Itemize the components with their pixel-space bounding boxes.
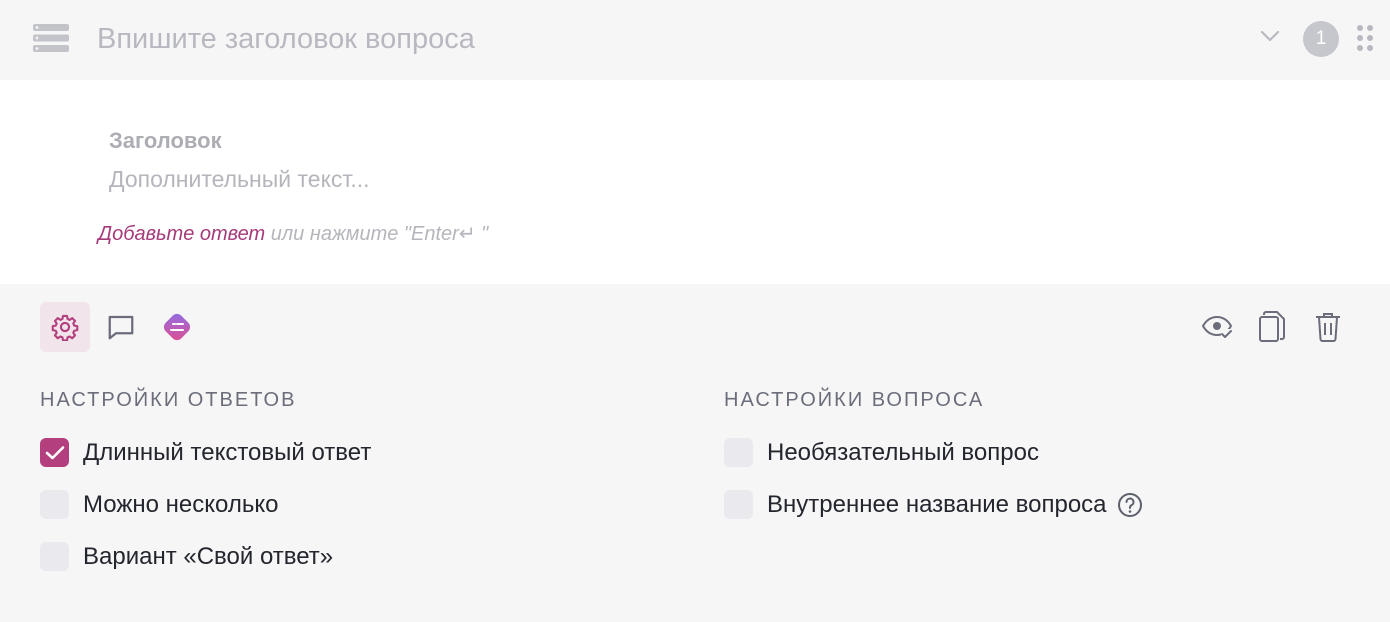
option-long-text[interactable]: Длинный текстовый ответ bbox=[40, 438, 371, 467]
checkbox[interactable] bbox=[40, 542, 69, 571]
option-label: Длинный текстовый ответ bbox=[83, 438, 372, 466]
question-number-badge: 1 bbox=[1303, 21, 1339, 57]
help-icon[interactable] bbox=[1117, 492, 1143, 518]
option-internal-name[interactable]: Внутреннее название вопроса bbox=[724, 490, 1143, 519]
add-answer-link[interactable]: Добавьте ответ bbox=[98, 223, 265, 245]
add-answer-hint: или нажмите "Enter↵ " bbox=[270, 223, 489, 245]
chevron-down-icon[interactable] bbox=[1260, 29, 1280, 43]
trash-icon bbox=[1316, 313, 1340, 342]
question-body: Заголовок Дополнительный текст... Добавь… bbox=[0, 80, 1390, 284]
comment-icon bbox=[108, 315, 134, 340]
list-icon bbox=[33, 24, 69, 52]
delete-button[interactable] bbox=[1303, 302, 1353, 352]
option-optional-question[interactable]: Необязательный вопрос bbox=[724, 438, 1039, 467]
preview-button[interactable] bbox=[1192, 302, 1242, 352]
checkbox[interactable] bbox=[40, 490, 69, 519]
question-heading-input[interactable]: Заголовок bbox=[109, 128, 222, 154]
option-label: Вариант «Свой ответ» bbox=[83, 542, 334, 570]
logic-button[interactable] bbox=[152, 302, 202, 352]
add-answer-row: Добавьте ответ или нажмите "Enter↵ " bbox=[98, 221, 488, 246]
answer-settings-title: НАСТРОЙКИ ОТВЕТОВ bbox=[40, 389, 297, 411]
checkbox[interactable] bbox=[724, 438, 753, 467]
option-label: Необязательный вопрос bbox=[767, 438, 1039, 466]
drag-handle-icon[interactable] bbox=[1356, 24, 1374, 52]
option-label: Можно несколько bbox=[83, 490, 279, 518]
copy-icon bbox=[1259, 311, 1285, 342]
question-toolbar bbox=[0, 284, 1390, 364]
comment-button[interactable] bbox=[96, 302, 146, 352]
copy-button[interactable] bbox=[1247, 302, 1297, 352]
logic-icon bbox=[163, 313, 191, 341]
gear-icon bbox=[51, 314, 79, 341]
check-icon bbox=[45, 445, 64, 459]
option-label: Внутреннее название вопроса bbox=[767, 490, 1107, 518]
question-settings-title: НАСТРОЙКИ ВОПРОСА bbox=[724, 389, 985, 411]
option-multiple[interactable]: Можно несколько bbox=[40, 490, 278, 519]
question-subtext-input[interactable]: Дополнительный текст... bbox=[109, 166, 370, 193]
question-header: Впишите заголовок вопроса 1 bbox=[0, 0, 1390, 80]
option-own-answer[interactable]: Вариант «Свой ответ» bbox=[40, 542, 333, 571]
checkbox[interactable] bbox=[724, 490, 753, 519]
checkbox-checked[interactable] bbox=[40, 438, 69, 467]
settings-button[interactable] bbox=[40, 302, 90, 352]
eye-check-icon bbox=[1201, 315, 1233, 341]
question-title-input[interactable]: Впишите заголовок вопроса bbox=[97, 20, 475, 58]
